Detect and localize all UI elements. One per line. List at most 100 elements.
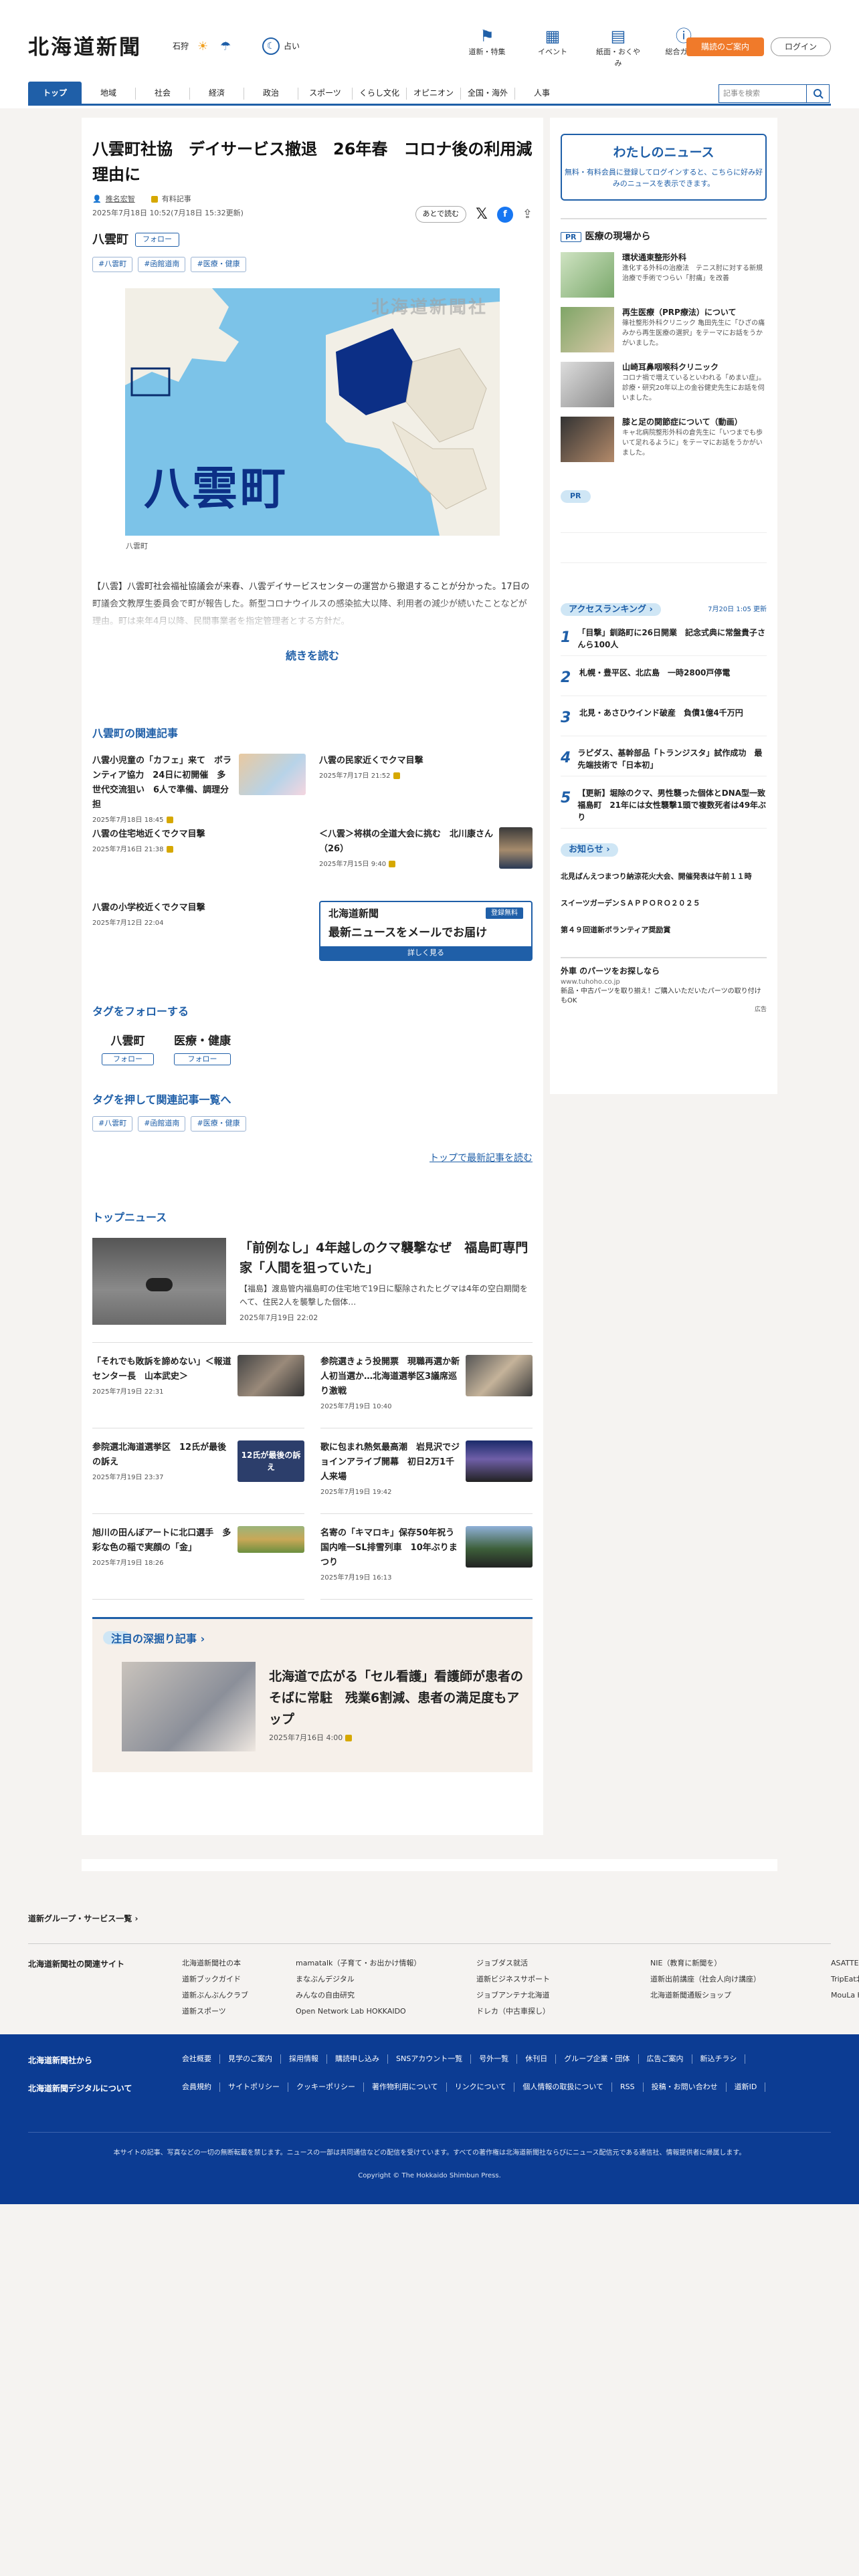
footer-link[interactable]: 新込チラシ: [692, 2054, 746, 2064]
pr-item[interactable]: 環状通東整形外科 進化する外科の治療法 テニス肘に対する新規治療で手術でつらい「肘…: [561, 252, 767, 299]
related-item[interactable]: 八雲の住宅地近くでクマ目撃 2025年7月16日 21:38: [92, 827, 306, 901]
news-item[interactable]: 参院選北海道選挙区 12氏が最後の訴え 2025年7月19日 23:37 12氏が最…: [92, 1428, 304, 1514]
my-news-box[interactable]: わたしのニュース 無料・有料会員に登録してログインすると、こちらに好み好みのニュ…: [561, 134, 767, 201]
related-item[interactable]: 八雲小児童の「カフェ」来て ボランティア協力 24日に初開催 多世代交流狙い 6…: [92, 754, 306, 827]
group-services-link[interactable]: 道新グループ・サービス一覧 ›: [28, 1913, 138, 1925]
share-icon[interactable]: ⇪: [522, 205, 533, 223]
weather-widget[interactable]: 石狩 ☀ ☂: [173, 37, 234, 55]
ranking-item[interactable]: 4 ラピダス、基幹部品「トランジスタ」試作成功 最先端技術で「日本初」: [561, 747, 767, 776]
notice-item[interactable]: 北見ばんえつまつり納涼花火大会、開催発表は午前１１時: [561, 871, 767, 883]
fortune-link[interactable]: ☾ 占い: [262, 37, 300, 55]
top-news-lead[interactable]: 「前例なし」4年越しのクマ襲撃なぜ 福島町専門家「人間を狙っていた」 【福島】渡…: [92, 1237, 533, 1325]
tag-link[interactable]: #函館道南: [138, 1116, 186, 1132]
footer-link[interactable]: MouLa HOKKAIDO: [831, 1988, 859, 2004]
mail-newsletter-banner[interactable]: 北海道新聞 登録無料 最新ニュースをメールでお届け 詳しく見る: [319, 901, 533, 961]
footer-link[interactable]: 購読申し込み: [327, 2054, 388, 2064]
facebook-share-icon[interactable]: f: [496, 206, 513, 223]
footer-link[interactable]: 会員規約: [182, 2082, 220, 2092]
follow-button[interactable]: フォロー: [135, 233, 179, 247]
footer-link[interactable]: 投稿・お問い合わせ: [644, 2082, 727, 2092]
footer-link[interactable]: SNSアカウント一覧: [388, 2054, 472, 2064]
tab-culture[interactable]: くらし文化: [353, 82, 406, 104]
notice-title[interactable]: お知らせ ›: [561, 843, 618, 857]
news-item[interactable]: 歌に包まれ熱気最高潮 岩見沢でジョインアライブ開幕 初日2万1千人来場 2025年…: [320, 1428, 533, 1514]
footer-link[interactable]: NIE（教育に新聞を）: [650, 1955, 831, 1971]
ranking-item[interactable]: 2 札幌・豊平区、北広島 一時2800戸停電: [561, 667, 767, 696]
x-share-icon[interactable]: 𝕏: [476, 203, 488, 225]
subscribe-button[interactable]: 購読のご案内: [686, 37, 764, 56]
footer-link[interactable]: 号外一覧: [471, 2054, 518, 2064]
tab-personnel[interactable]: 人事: [515, 82, 569, 104]
tag-link[interactable]: #八雲町: [92, 1116, 133, 1132]
nav-paper[interactable]: ▤ 紙面・おくやみ: [593, 25, 644, 69]
news-item[interactable]: 参院選きょう投開票 現職再選か新人初当選か…北海道選挙区3議席巡り激戦 2025年…: [320, 1343, 533, 1428]
footer-link[interactable]: 会社概要: [182, 2054, 220, 2064]
footer-link[interactable]: まなぶんデジタル: [296, 1971, 476, 1988]
related-item[interactable]: 八雲の民家近くでクマ目撃 2025年7月17日 21:52: [319, 754, 533, 827]
pr-item[interactable]: 山崎耳鼻咽喉科クリニック コロナ禍で増えているといわれる「めまい症」。診療・研究2…: [561, 362, 767, 409]
footer-link[interactable]: サイトポリシー: [220, 2082, 288, 2092]
footer-link[interactable]: Open Network Lab HOKKAIDO: [296, 2004, 476, 2020]
news-item[interactable]: 旭川の田んぼアートに北口選手 多彩な色の稲で実顔の「金」 2025年7月19日 1…: [92, 1514, 304, 1600]
ranking-item[interactable]: 3 北見・あさひウインド破産 負債1億4千万円: [561, 707, 767, 736]
footer-link[interactable]: 道新出前講座（社会人向け講座）: [650, 1971, 831, 1988]
footer-link[interactable]: 道新ブックガイド: [182, 1971, 296, 1988]
read-more-link[interactable]: 続きを読む: [92, 648, 533, 664]
tab-society[interactable]: 社会: [136, 82, 189, 104]
footer-link[interactable]: 道新ビジネスサポート: [476, 1971, 650, 1988]
notice-item[interactable]: 第４９回道新ボランティア奨励賞: [561, 925, 767, 937]
footer-link[interactable]: クッキーポリシー: [288, 2082, 364, 2092]
related-item[interactable]: ＜八雲＞将棋の全道大会に挑む 北川康さん（26） 2025年7月15日 9:40: [319, 827, 533, 901]
tab-sports[interactable]: スポーツ: [298, 82, 352, 104]
ranking-item[interactable]: 1 「目撃」釧路町に26日開業 記念式典に常盤貴子さんら100人: [561, 627, 767, 656]
footer-link[interactable]: みんなの自由研究: [296, 1988, 476, 2004]
read-later-button[interactable]: あとで読む: [415, 206, 467, 223]
tab-region[interactable]: 地域: [82, 82, 135, 104]
footer-link[interactable]: ジョブダス就活: [476, 1955, 650, 1971]
tag-link[interactable]: #医療・健康: [191, 1116, 246, 1132]
footer-link[interactable]: 著作物利用について: [364, 2082, 447, 2092]
author[interactable]: 👤 推名宏智: [92, 194, 135, 205]
tab-opinion[interactable]: オピニオン: [407, 82, 460, 104]
footer-link[interactable]: TripEat北海道: [831, 1971, 859, 1988]
footer-link[interactable]: ASATTE CAMP: [831, 1955, 859, 1971]
footer-link[interactable]: 道新ID: [727, 2082, 766, 2092]
sidebar-ad[interactable]: 外車 のパーツをお探しなら www.tuhoho.co.jp 新品・中古パーツを…: [561, 956, 767, 1015]
footer-link[interactable]: 見学のご案内: [220, 2054, 281, 2064]
footer-link[interactable]: 道新ぶんぶんクラブ: [182, 1988, 296, 2004]
follow-button[interactable]: フォロー: [102, 1053, 154, 1065]
search-button[interactable]: [807, 84, 830, 103]
tab-economy[interactable]: 経済: [190, 82, 244, 104]
tag-link[interactable]: #八雲町: [92, 257, 133, 272]
tab-politics[interactable]: 政治: [244, 82, 298, 104]
login-button[interactable]: ログイン: [771, 37, 831, 56]
footer-link[interactable]: 個人情報の取扱について: [514, 2082, 613, 2092]
footer-link[interactable]: 休刊日: [517, 2054, 557, 2064]
footer-link[interactable]: 道新スポーツ: [182, 2004, 296, 2020]
footer-link[interactable]: ドレカ（中古車探し）: [476, 2004, 650, 2020]
footer-link[interactable]: 北海道新聞通販ショップ: [650, 1988, 831, 2004]
footer-link[interactable]: mamatalk（子育て・お出かけ情報）: [296, 1955, 476, 1971]
pr-item[interactable]: 再生医療（PRP療法）について 篠社整形外科クリニック 亀田先生に「ひざの痛みから…: [561, 307, 767, 354]
footer-link[interactable]: 採用情報: [281, 2054, 327, 2064]
pr-item[interactable]: 膝と足の関節症について（動画） キャ北病院整形外科の倉先生に「いつまでも歩いて足れ…: [561, 417, 767, 463]
related-item[interactable]: 八雲の小学校近くでクマ目撃 2025年7月12日 22:04: [92, 901, 306, 974]
footer-link[interactable]: 北海道新聞社の本: [182, 1955, 296, 1971]
nav-feature[interactable]: ⚑ 道新・特集: [462, 25, 512, 69]
search-input[interactable]: 記事を検索: [719, 84, 807, 103]
tag-link[interactable]: #医療・健康: [191, 257, 246, 272]
notice-item[interactable]: スイーツガーデンＳＡＰＰＯＲＯ２０２５: [561, 898, 767, 910]
news-item[interactable]: 名寄の「キマロキ」保存50年祝う 国内唯一SL排雪列車 10年ぶりまつり 2025…: [320, 1514, 533, 1600]
footer-link[interactable]: リンクについて: [447, 2082, 515, 2092]
footer-link[interactable]: グループ企業・団体: [556, 2054, 639, 2064]
footer-link[interactable]: 広告ご案内: [639, 2054, 692, 2064]
newsletter-detail-link[interactable]: 詳しく見る: [320, 946, 531, 960]
tab-top[interactable]: トップ: [28, 82, 82, 104]
tag-link[interactable]: #函館道南: [138, 257, 186, 272]
footer-link[interactable]: RSS: [612, 2082, 644, 2092]
tab-national[interactable]: 全国・海外: [461, 82, 514, 104]
deep-dive-section[interactable]: 注目の深掘り記事 › 北海道で広がる「セル看護」看護師が患者のそばに常駐 残業6…: [92, 1616, 533, 1772]
site-logo[interactable]: 北海道新聞: [28, 32, 142, 64]
ranking-item[interactable]: 5 【更新】堀除のクマ、男性襲った個体とDNA型一致 福島町 21年には女性襲撃1…: [561, 787, 773, 829]
follow-button[interactable]: フォロー: [174, 1053, 231, 1065]
